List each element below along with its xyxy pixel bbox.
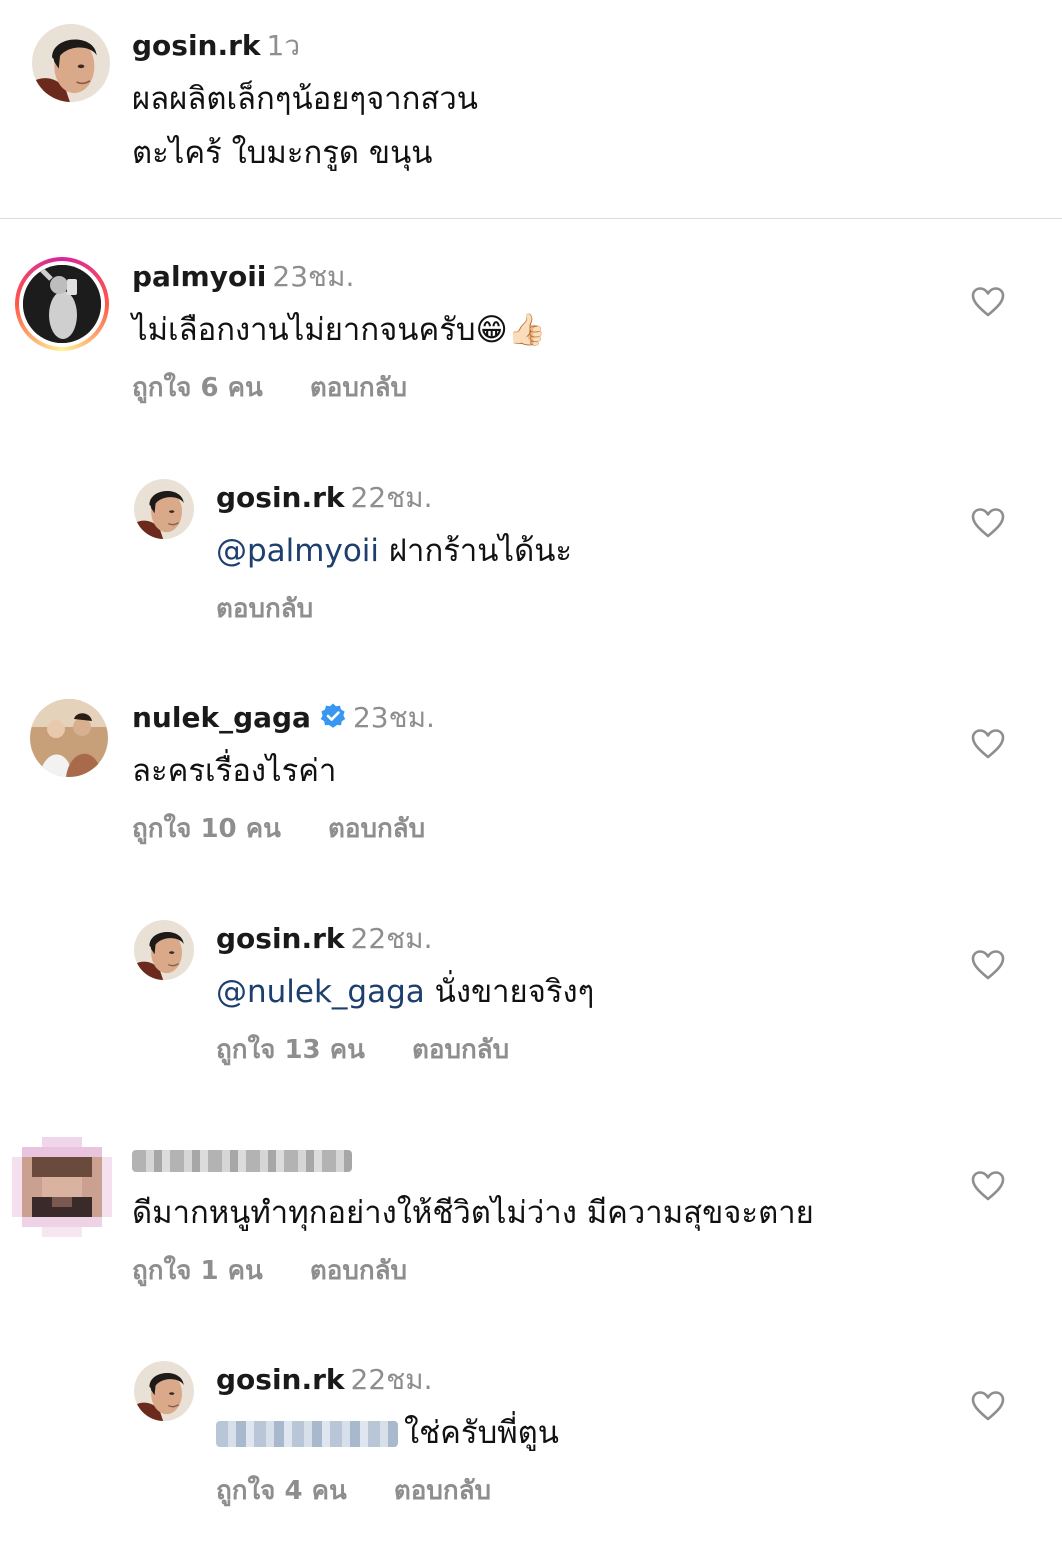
reply-avatar[interactable] (134, 920, 194, 980)
reply-header: gosin.rk 22ชม. (216, 1362, 433, 1398)
caption-avatar[interactable] (32, 24, 110, 102)
comment-text: ไม่เลือกงานไม่ยากจนครับ😁👍🏻 (132, 312, 547, 348)
reply-avatar[interactable] (134, 1361, 194, 1421)
reply-meta: ตอบกลับ (216, 592, 313, 626)
likes-count[interactable]: ถูกใจ 13 คน (216, 1035, 365, 1065)
comment-meta: ถูกใจ 10 คน ตอบกลับ (132, 812, 425, 846)
reply-body: ใช่ครับพี่ตูน (404, 1415, 559, 1451)
reply-button[interactable]: ตอบกลับ (328, 814, 425, 844)
likes-count[interactable]: ถูกใจ 10 คน (132, 814, 281, 844)
comment-header (132, 1142, 352, 1178)
reply-button[interactable]: ตอบกลับ (310, 1256, 407, 1286)
profile-photo-icon (134, 920, 194, 980)
heart-icon[interactable] (971, 1170, 1005, 1202)
reply-text: @palmyoii ฝากร้านได้นะ (216, 530, 572, 572)
heart-icon[interactable] (971, 949, 1005, 981)
reply-time: 22ชม. (350, 922, 433, 955)
comment-header: palmyoii 23ชม. (132, 259, 354, 295)
reply-button[interactable]: ตอบกลับ (310, 373, 407, 403)
reply-time: 22ชม. (350, 1363, 433, 1396)
comment-time: 23ชม. (272, 260, 355, 293)
profile-photo-icon (23, 265, 101, 343)
profile-photo-icon (30, 699, 108, 777)
reply-meta: ถูกใจ 13 คน ตอบกลับ (216, 1033, 509, 1067)
comment-time: 23ชม. (352, 701, 435, 734)
reply-username[interactable]: gosin.rk (216, 481, 345, 514)
heart-icon[interactable] (971, 507, 1005, 539)
likes-count[interactable]: ถูกใจ 1 คน (132, 1256, 263, 1286)
mention-link[interactable]: @nulek_gaga (216, 974, 425, 1010)
heart-icon[interactable] (971, 286, 1005, 318)
reply-body: นั่งขายจริงๆ (424, 974, 595, 1010)
reply-username[interactable]: gosin.rk (216, 922, 345, 955)
reply-body: ฝากร้านได้นะ (379, 533, 573, 569)
comment-meta: ถูกใจ 1 คน ตอบกลับ (132, 1254, 407, 1288)
reply-button[interactable]: ตอบกลับ (216, 594, 313, 624)
comment-avatar-palmyoii[interactable] (15, 257, 109, 351)
comment-meta: ถูกใจ 6 คน ตอบกลับ (132, 371, 407, 405)
comment-header: nulek_gaga 23ชม. (132, 700, 435, 736)
mention-link[interactable]: @palmyoii (216, 533, 379, 569)
reply-header: gosin.rk 22ชม. (216, 480, 433, 516)
reply-header: gosin.rk 22ชม. (216, 921, 433, 957)
comment-avatar-blurred[interactable] (12, 1137, 112, 1237)
reply-time: 22ชม. (350, 481, 433, 514)
caption-line-2: ตะไคร้ ใบมะกรูด ขนุน (132, 135, 433, 171)
comment-text: ดีมากหนูทำทุกอย่างให้ชีวิตไม่ว่าง มีความ… (132, 1195, 814, 1231)
reply-meta: ถูกใจ 4 คน ตอบกลับ (216, 1474, 491, 1508)
blurred-username[interactable] (132, 1150, 352, 1172)
caption-username[interactable]: gosin.rk (132, 29, 261, 62)
likes-count[interactable]: ถูกใจ 4 คน (216, 1476, 347, 1506)
reply-username[interactable]: gosin.rk (216, 1363, 345, 1396)
reply-button[interactable]: ตอบกลับ (412, 1035, 509, 1065)
blurred-mention[interactable] (216, 1421, 398, 1447)
caption-header: gosin.rk 1ว (132, 28, 300, 64)
reply-text: ใช่ครับพี่ตูน (216, 1412, 559, 1454)
reply-text: @nulek_gaga นั่งขายจริงๆ (216, 971, 594, 1013)
comment-username[interactable]: palmyoii (132, 260, 266, 293)
divider (0, 218, 1062, 219)
profile-photo-icon (32, 24, 110, 102)
heart-icon[interactable] (971, 728, 1005, 760)
profile-photo-icon (134, 1361, 194, 1421)
verified-badge-icon (320, 703, 346, 728)
likes-count[interactable]: ถูกใจ 6 คน (132, 373, 263, 403)
comment-username[interactable]: nulek_gaga (132, 701, 311, 734)
comment-text: ละครเรื่องไรค่า (132, 753, 337, 789)
comment-avatar-nulek-gaga[interactable] (30, 699, 108, 777)
heart-icon[interactable] (971, 1390, 1005, 1422)
reply-button[interactable]: ตอบกลับ (394, 1476, 491, 1506)
profile-photo-icon (134, 479, 194, 539)
pixelated-avatar-icon (12, 1137, 112, 1237)
reply-avatar[interactable] (134, 479, 194, 539)
caption-line-1: ผลผลิตเล็กๆน้อยๆจากสวน (132, 81, 478, 117)
caption-time: 1ว (266, 29, 301, 62)
